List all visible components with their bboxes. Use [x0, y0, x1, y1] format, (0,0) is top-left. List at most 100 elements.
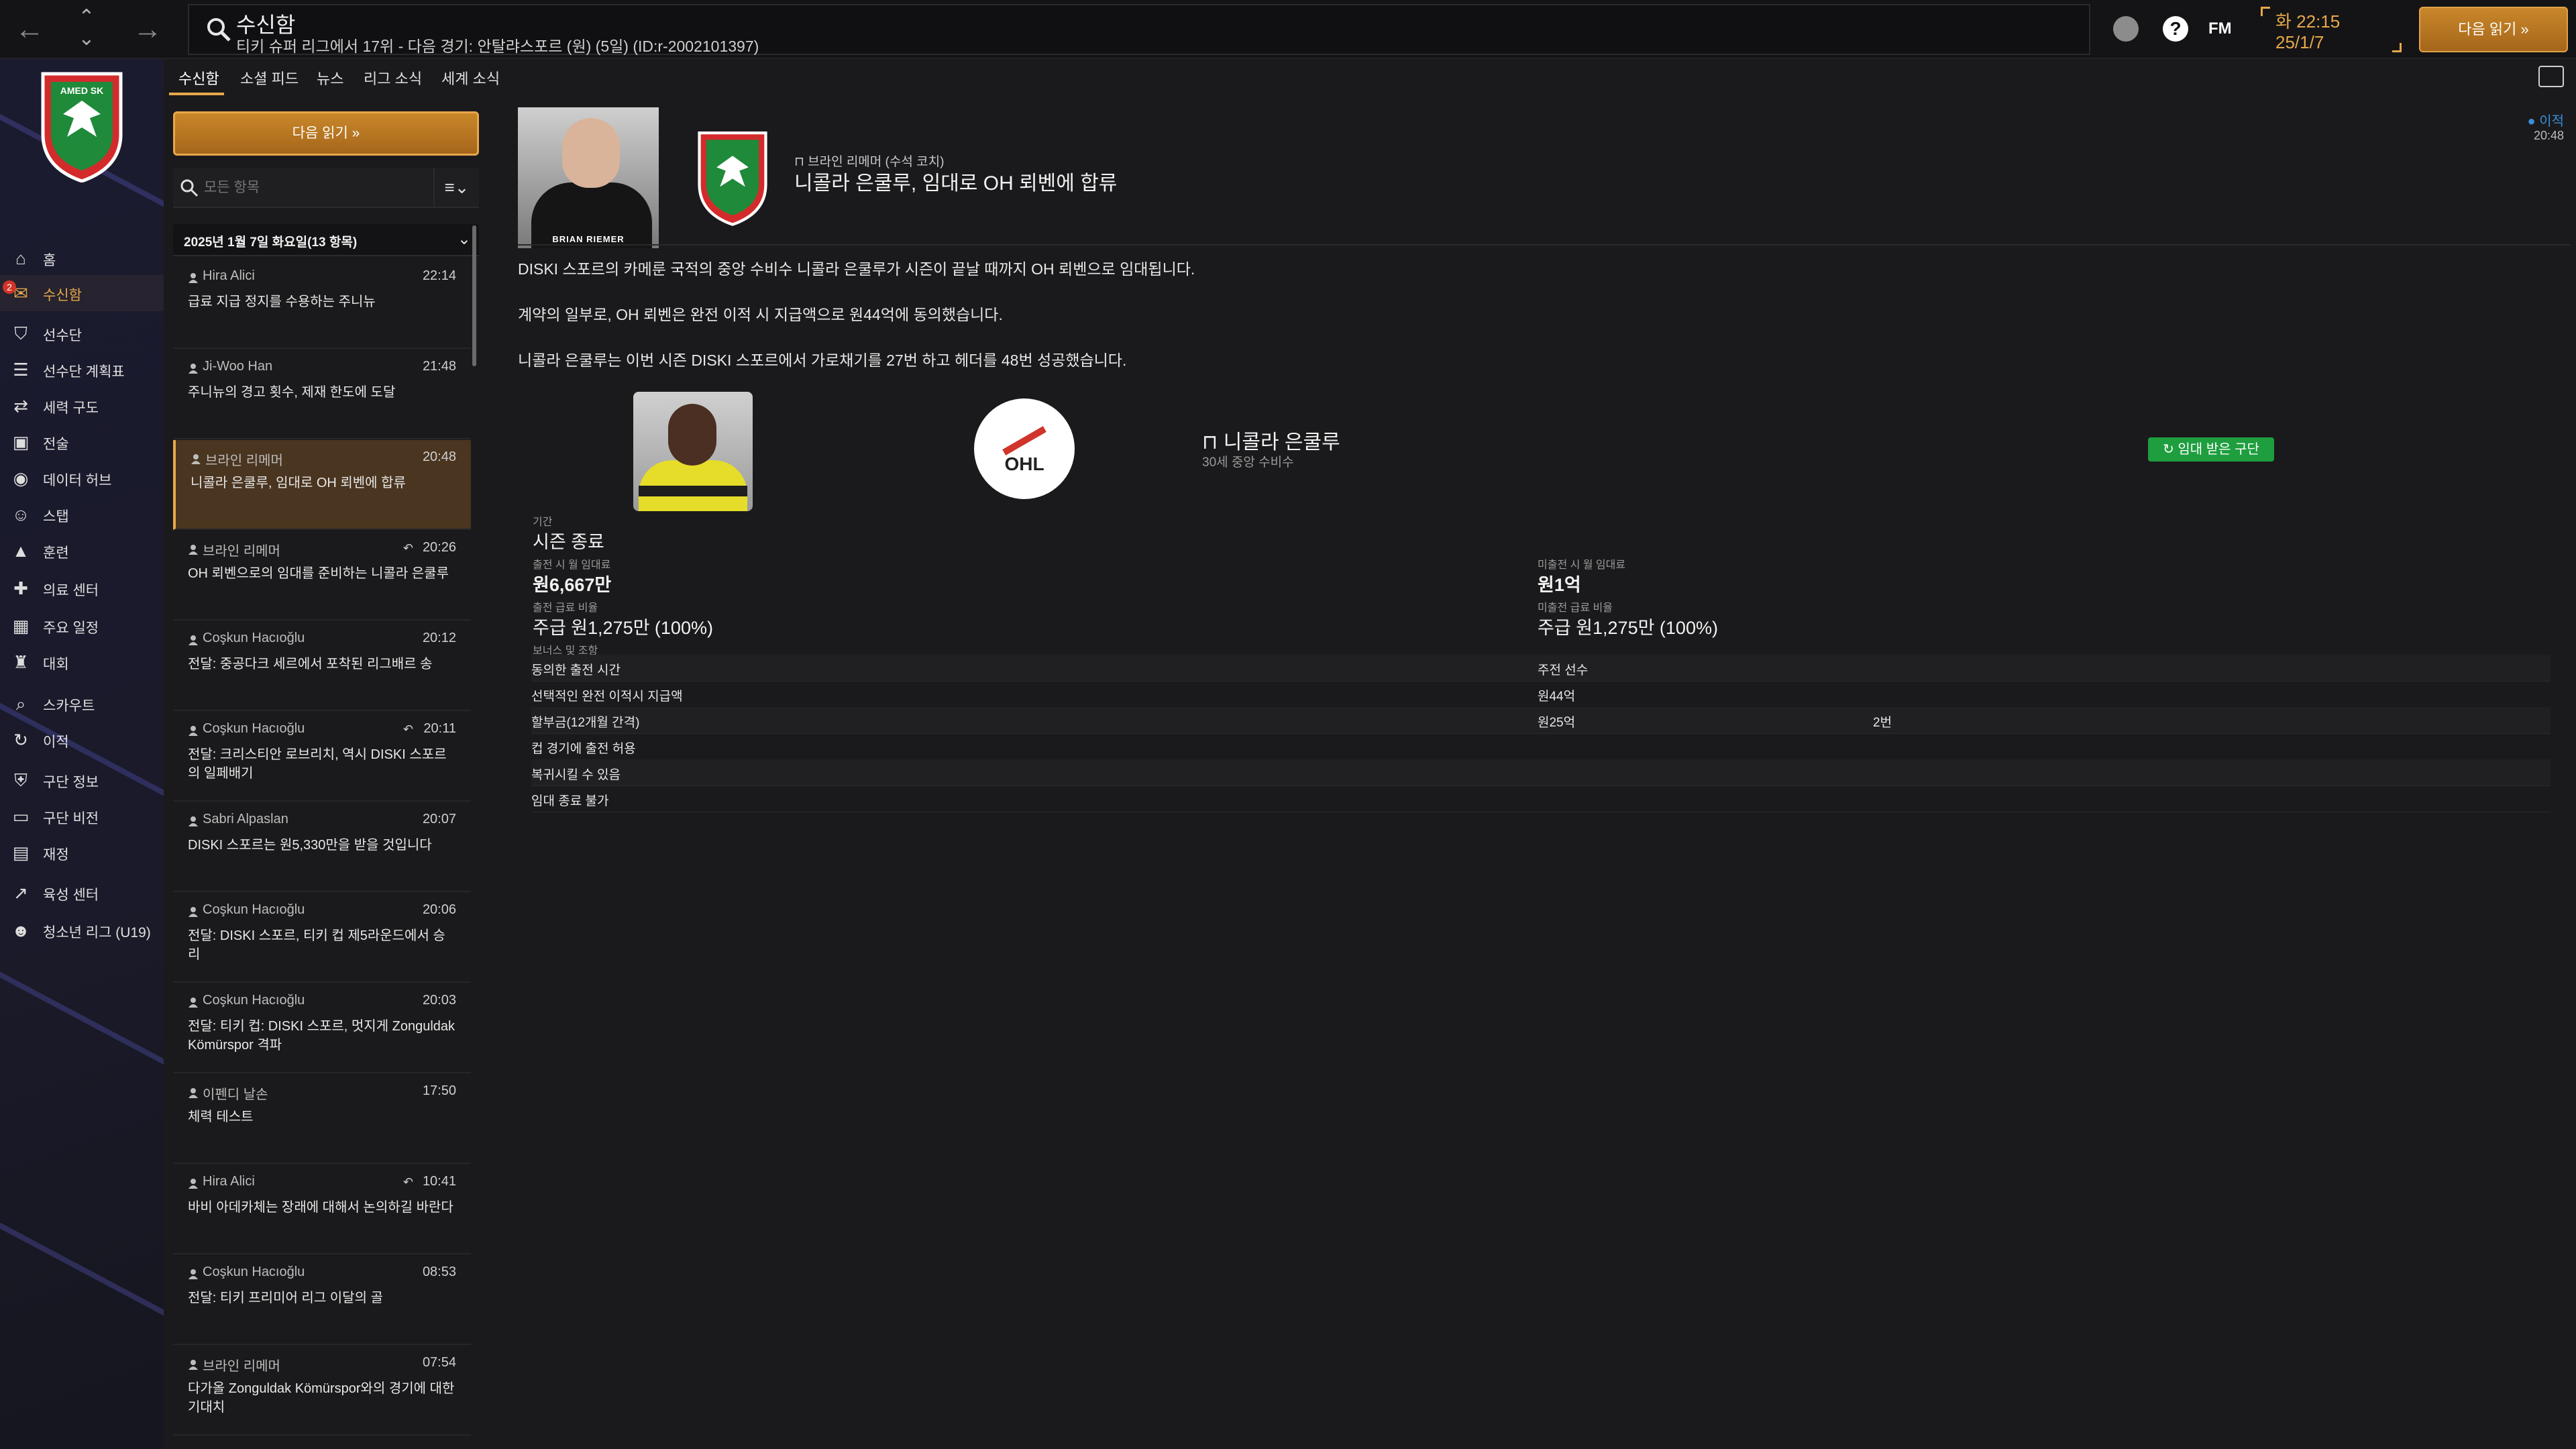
player-photo[interactable] [633, 392, 753, 511]
person-icon [191, 454, 201, 464]
sidebar-item-trophy[interactable]: ♜ 대회 [0, 644, 164, 680]
person-icon [189, 1179, 198, 1189]
condition-row: 복귀시킬 수 있음 [531, 759, 2551, 786]
condition-row: 할부금(12개월 간격) 원25억 2번 [531, 707, 2551, 734]
top-bar: ← ⌃ ⌄ → 수신함 티키 슈퍼 리그에서 17위 - 다음 경기: 안탈랴스포… [0, 0, 2576, 59]
message-sender: Coşkun Hacıoğlu [203, 1265, 305, 1279]
planner-icon: ☰ [13, 360, 29, 380]
condition-value: 원25억 [1538, 716, 1576, 730]
sidebar-item-medical[interactable]: ✚ 의료 센터 [0, 570, 164, 606]
sidebar-item-staff[interactable]: ☺ 스탭 [0, 496, 164, 533]
inbox-message[interactable]: 브라인 리메머 07:54 다가올 Zonguldak Kömürspor와의 경기… [173, 1346, 471, 1436]
loan-club-badge[interactable]: ↻ 임대 받은 구단 [2148, 437, 2274, 462]
up-down-arrows-icon[interactable]: ⌃ ⌄ [70, 7, 103, 54]
sidebar-item-label: 세력 구도 [43, 400, 99, 416]
wage-unplayed-value: 주급 원1,275만 (100%) [1538, 618, 1718, 638]
sidebar-item-transfer[interactable]: ↻ 이적 [0, 722, 164, 758]
sidebar-item-planner[interactable]: ☰ 선수단 계획표 [0, 352, 164, 388]
inbox-message[interactable]: Coşkun Hacıoğlu ↶ 20:11 전달: 크리스티안 로브리치, 역시 … [173, 712, 471, 802]
message-time: 20:11 [423, 721, 456, 736]
dynamics-icon: ⇄ [13, 396, 28, 416]
sidebar-item-club-info[interactable]: ⛨ 구단 정보 [0, 762, 164, 798]
fm-menu-icon[interactable]: FM [2208, 16, 2238, 42]
sidebar-item-dynamics[interactable]: ⇄ 세력 구도 [0, 388, 164, 424]
fee-played-label: 출전 시 월 임대료 [533, 559, 611, 571]
message-subject: 니콜라 은쿨루, 임대로 OH 뢰벤에 합류 [191, 476, 406, 490]
person-icon [189, 998, 198, 1008]
tab-4[interactable]: 세계 소식 [441, 67, 500, 89]
club-logo[interactable]: AMED SK [36, 67, 127, 182]
continue-reading-button[interactable]: 다음 읽기 » [173, 111, 479, 156]
inbox-message[interactable]: Coşkun Hacıoğlu 20:03 전달: 티키 컵: DISKI 스포르,… [173, 983, 471, 1073]
message-sender: Coşkun Hacıoğlu [203, 993, 305, 1008]
inbox-message[interactable]: 브라인 리메머 ↶ 20:26 OH 뢰벤으로의 임대를 준비하는 니콜라 은쿨루 [173, 531, 471, 621]
sidebar-item-calendar[interactable]: ▦ 주요 일정 [0, 608, 164, 644]
inbox-search-input[interactable] [203, 174, 404, 201]
sidebar-item-scouting[interactable]: ⌕ 스카우트 [0, 686, 164, 722]
page-subtitle: 티키 슈퍼 리그에서 17위 - 다음 경기: 안탈랴스포르 (원) (5일) … [236, 38, 759, 55]
inbox-date-group[interactable]: 2025년 1월 7일 화요일(13 항목) ⌄ [173, 224, 479, 256]
layout-toggle-icon[interactable] [2538, 66, 2564, 87]
sidebar-item-label: 청소년 리그 (U19) [43, 925, 151, 941]
sidebar-item-tactics[interactable]: ▣ 전술 [0, 424, 164, 460]
sidebar-item-data-hub[interactable]: ◉ 데이터 허브 [0, 460, 164, 496]
tab-3[interactable]: 리그 소식 [364, 67, 422, 89]
search-icon[interactable] [205, 16, 232, 43]
inbox-list: 다음 읽기 » ≡⌄ 2025년 1월 7일 화요일(13 항목) ⌄ Hira… [169, 101, 487, 1449]
inbox-message[interactable]: Hira Alici ↶ 10:41 바비 아데카체는 장래에 대해서 논의하길 바란… [173, 1165, 471, 1254]
inbox-message[interactable]: Hira Alici 22:14 급료 지급 정지를 수용하는 주니뉴 [173, 259, 471, 349]
tab-0[interactable]: 수신함 [178, 67, 219, 89]
sidebar-item-squad[interactable]: ⛉ 선수단 [0, 315, 164, 352]
sidebar-item-club-vision[interactable]: ▭ 구단 비전 [0, 798, 164, 835]
tab-2[interactable]: 뉴스 [317, 67, 343, 89]
sidebar-item-inbox[interactable]: ✉ 수신함 2 [0, 275, 164, 311]
condition-row: 임대 종료 불가 [531, 786, 2551, 812]
unread-badge: 2 [3, 280, 16, 294]
staff-icon: ☺ [11, 504, 30, 525]
message-subject: 주니뉴의 경고 횟수, 제재 한도에 도달 [188, 385, 396, 400]
message-subject: 체력 테스트 [188, 1110, 254, 1124]
transfer-tag[interactable]: ● 이적 [2528, 110, 2564, 129]
sidebar-item-label: 데이터 허브 [43, 473, 112, 488]
inbox-message[interactable]: 이펜디 날손 17:50 체력 테스트 [173, 1074, 471, 1164]
forward-arrow-icon[interactable]: → [127, 9, 168, 50]
continue-button[interactable]: 다음 읽기 » [2419, 7, 2568, 52]
tab-1[interactable]: 소셜 피드 [240, 67, 299, 89]
person-icon [189, 545, 198, 555]
inbox-search: ≡⌄ [173, 168, 479, 208]
player-name-link[interactable]: ⊓ 니콜라 은쿨루 [1202, 425, 1340, 455]
scrollbar[interactable] [472, 225, 476, 366]
wage-played-label: 출전 급료 비율 [533, 602, 598, 614]
inbox-message[interactable]: Coşkun Hacıoğlu 20:12 전달: 중공다크 세르에서 포착된 리그… [173, 621, 471, 711]
chevron-down-icon[interactable]: ⌄ [458, 229, 471, 249]
mask-icon[interactable] [2113, 16, 2139, 42]
sidebar-item-finances[interactable]: ▤ 재정 [0, 835, 164, 871]
filter-dropdown-icon[interactable]: ≡⌄ [433, 168, 479, 208]
message-time: 20:07 [422, 812, 456, 826]
inbox-message[interactable]: 브라인 리메머 20:48 니콜라 은쿨루, 임대로 OH 뢰벤에 합류 [173, 440, 471, 530]
youth-icon: ☻ [11, 920, 30, 941]
article-paragraph: DISKI 스포르의 카메룬 국적의 중앙 수비수 니콜라 은쿨루가 시즌이 끝… [518, 260, 1195, 278]
sidebar-item-home[interactable]: ⌂ 홈 [0, 240, 164, 276]
fee-unplayed-label: 미출전 시 월 임대료 [1538, 559, 1626, 571]
club-badge[interactable] [694, 125, 771, 228]
inbox-message[interactable]: Ji-Woo Han 21:48 주니뉴의 경고 횟수, 제재 한도에 도달 [173, 350, 471, 439]
help-icon[interactable]: ? [2163, 16, 2188, 42]
sidebar-item-youth[interactable]: ☻ 청소년 리그 (U19) [0, 912, 164, 949]
player-shirt-stripe [639, 486, 747, 496]
inbox-message[interactable]: Coşkun Hacıoğlu 08:53 전달: 티키 프리미어 리그 이달의 골 [173, 1255, 471, 1345]
background-stripe [0, 1201, 164, 1364]
condition-name: 동의한 출전 시간 [531, 663, 621, 678]
sidebar-item-label: 홈 [43, 253, 56, 268]
sidebar-item-label: 수신함 [43, 288, 82, 303]
ohl-club-badge[interactable]: OHL [974, 398, 1075, 499]
manager-photo[interactable]: BRIAN RIEMER [518, 107, 659, 248]
message-sender: 브라인 리메머 [203, 1359, 280, 1374]
inbox-message[interactable]: Coşkun Hacıoğlu 20:06 전달: DISKI 스포르, 티키 컵 … [173, 893, 471, 983]
message-time: 22:14 [422, 268, 456, 283]
back-arrow-icon[interactable]: ← [9, 9, 50, 50]
sidebar-item-dev-centre[interactable]: ↗ 육성 센터 [0, 875, 164, 911]
sidebar-item-training[interactable]: ▲ 훈련 [0, 533, 164, 569]
inbox-message[interactable]: Sabri Alpaslan 20:07 DISKI 스포르는 원5,330만을 받… [173, 802, 471, 892]
sidebar-item-label: 재정 [43, 847, 69, 863]
